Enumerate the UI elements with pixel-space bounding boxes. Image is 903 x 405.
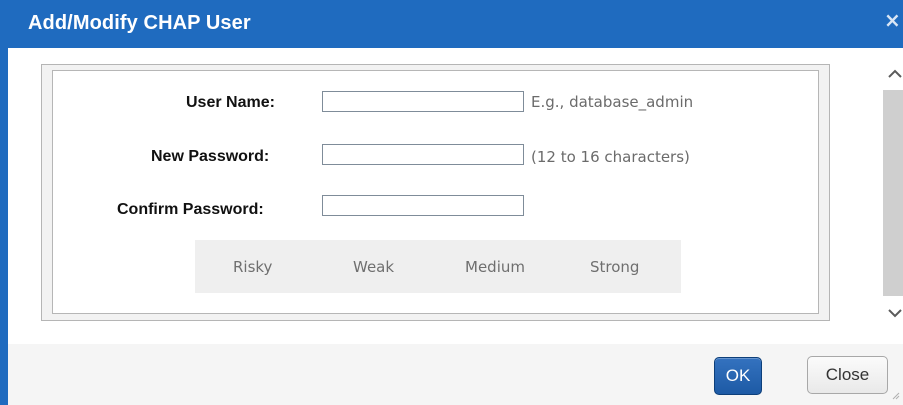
- strength-strong: Strong: [590, 258, 640, 276]
- dialog-left-border: [0, 48, 8, 405]
- chevron-down-icon[interactable]: [885, 304, 903, 322]
- chap-user-dialog: Add/Modify CHAP User × User Name: E.g., …: [0, 0, 903, 405]
- user-name-label: User Name:: [186, 94, 275, 111]
- chevron-up-icon[interactable]: [885, 65, 903, 83]
- close-button[interactable]: Close: [807, 356, 888, 394]
- scrollbar-thumb[interactable]: [883, 90, 903, 296]
- strength-risky: Risky: [233, 258, 273, 276]
- close-icon[interactable]: ×: [884, 10, 901, 30]
- user-name-hint: E.g., database_admin: [531, 93, 694, 111]
- strength-medium: Medium: [465, 258, 525, 276]
- resize-grip-icon[interactable]: [892, 392, 900, 400]
- confirm-password-label: Confirm Password:: [117, 201, 264, 218]
- password-length-hint: (12 to 16 characters): [531, 148, 690, 166]
- dialog-titlebar: Add/Modify CHAP User ×: [0, 0, 903, 49]
- new-password-input[interactable]: [322, 144, 524, 165]
- dialog-title: Add/Modify CHAP User: [28, 12, 251, 34]
- dialog-footer: [8, 344, 903, 405]
- user-name-input[interactable]: [322, 91, 524, 112]
- ok-button[interactable]: OK: [714, 357, 762, 395]
- confirm-password-input[interactable]: [322, 195, 524, 216]
- strength-weak: Weak: [353, 258, 395, 276]
- new-password-label: New Password:: [151, 148, 270, 165]
